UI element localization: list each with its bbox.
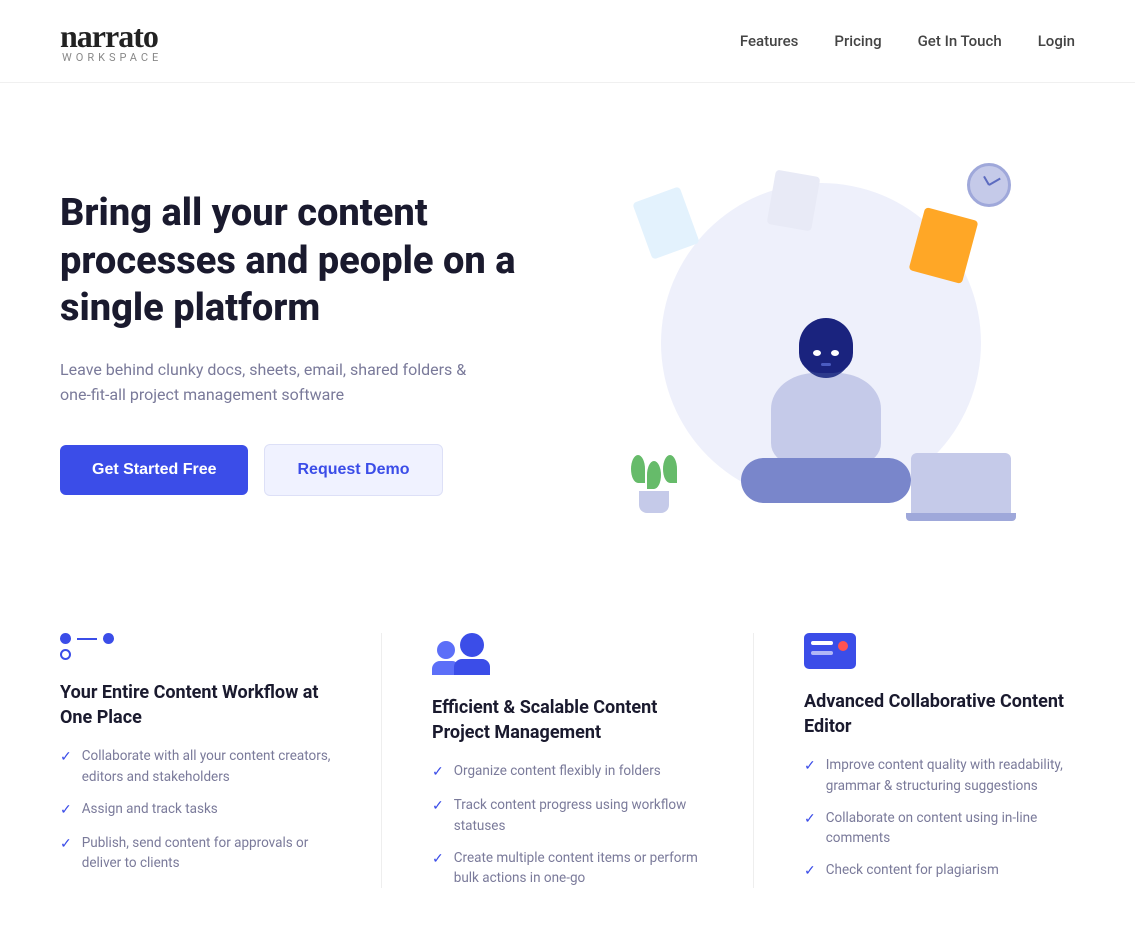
plant-pot (639, 491, 669, 513)
line-1 (77, 638, 97, 640)
logo-name: narrato (60, 18, 158, 55)
logo-sub: WORKSPACE (62, 51, 162, 64)
feature-workflow-title: Your Entire Content Workflow at One Plac… (60, 680, 331, 730)
divider-1 (381, 633, 382, 888)
person-tie (821, 363, 831, 366)
check-icon: ✓ (804, 809, 816, 830)
dot-3 (60, 649, 71, 660)
nav-pricing[interactable]: Pricing (834, 32, 881, 50)
feature-project-management: Efficient & Scalable Content Project Man… (432, 633, 703, 888)
check-icon: ✓ (804, 861, 816, 882)
hero-subtitle: Leave behind clunky docs, sheets, email,… (60, 357, 500, 408)
logo[interactable]: narrato WORKSPACE (60, 18, 162, 64)
editor-line-1 (811, 641, 833, 645)
get-started-button[interactable]: Get Started Free (60, 445, 248, 495)
hero-buttons: Get Started Free Request Demo (60, 444, 547, 496)
person-head (801, 328, 851, 378)
leaf-1 (631, 455, 645, 483)
feature-pm-title: Efficient & Scalable Content Project Man… (432, 695, 703, 745)
feature-pm-item-1: ✓ Organize content flexibly in folders (432, 761, 703, 783)
feature-editor-item-1: ✓ Improve content quality with readabili… (804, 755, 1075, 796)
person-icon-sm (437, 641, 455, 659)
plant-decoration (631, 455, 677, 513)
plant-leaves (631, 455, 677, 489)
laptop-base (906, 513, 1016, 521)
check-icon: ✓ (432, 849, 444, 870)
nav-links: Features Pricing Get In Touch Login (740, 32, 1075, 50)
nav-get-in-touch[interactable]: Get In Touch (918, 32, 1002, 50)
feature-workflow-item-3: ✓ Publish, send content for approvals or… (60, 833, 331, 874)
navbar: narrato WORKSPACE Features Pricing Get I… (0, 0, 1135, 83)
laptop-screen (911, 453, 1011, 513)
feature-workflow-list: ✓ Collaborate with all your content crea… (60, 746, 331, 873)
nav-login[interactable]: Login (1038, 32, 1075, 50)
team-icon (432, 633, 703, 675)
feature-workflow-item-2: ✓ Assign and track tasks (60, 799, 331, 821)
nav-features[interactable]: Features (740, 32, 798, 50)
dot-2 (103, 633, 114, 644)
editor-line-2 (811, 651, 833, 655)
divider-2 (753, 633, 754, 888)
check-icon: ✓ (804, 756, 816, 777)
dot-1 (60, 633, 71, 644)
check-icon: ✓ (60, 834, 72, 855)
check-icon: ✓ (432, 762, 444, 783)
editor-icon-bg (804, 633, 856, 669)
person-legs (741, 458, 911, 503)
request-demo-button[interactable]: Request Demo (264, 444, 442, 496)
person-body-lg (454, 659, 490, 675)
features-section: Your Entire Content Workflow at One Plac… (0, 583, 1135, 938)
person-body (771, 373, 881, 463)
workflow-icon (60, 633, 331, 660)
hero-illustration-area (568, 143, 1076, 543)
feature-editor-item-2: ✓ Collaborate on content using in-line c… (804, 808, 1075, 849)
leaf-3 (663, 455, 677, 483)
laptop-decoration (911, 453, 1011, 513)
paper-float-1 (632, 186, 700, 259)
feature-editor-title: Advanced Collaborative Content Editor (804, 689, 1075, 739)
leaf-2 (647, 461, 661, 489)
feature-workflow: Your Entire Content Workflow at One Plac… (60, 633, 331, 888)
feature-editor-item-3: ✓ Check content for plagiarism (804, 860, 1075, 882)
editor-icon (804, 633, 1075, 669)
feature-workflow-item-1: ✓ Collaborate with all your content crea… (60, 746, 331, 787)
hero-title: Bring all your content processes and peo… (60, 190, 547, 333)
check-icon: ✓ (60, 800, 72, 821)
hero-illustration (611, 153, 1031, 533)
check-icon: ✓ (432, 796, 444, 817)
feature-editor: Advanced Collaborative Content Editor ✓ … (804, 633, 1075, 888)
hero-left: Bring all your content processes and peo… (60, 190, 547, 496)
clock-icon (967, 163, 1011, 207)
feature-pm-item-2: ✓ Track content progress using workflow … (432, 795, 703, 836)
clock-hand-minute (989, 178, 1001, 186)
person-icon-lg (460, 633, 484, 657)
check-icon: ✓ (60, 747, 72, 768)
editor-dot-red (838, 641, 848, 651)
hero-section: Bring all your content processes and peo… (0, 83, 1135, 583)
feature-editor-list: ✓ Improve content quality with readabili… (804, 755, 1075, 882)
feature-pm-item-3: ✓ Create multiple content items or perfo… (432, 848, 703, 889)
feature-pm-list: ✓ Organize content flexibly in folders ✓… (432, 761, 703, 888)
